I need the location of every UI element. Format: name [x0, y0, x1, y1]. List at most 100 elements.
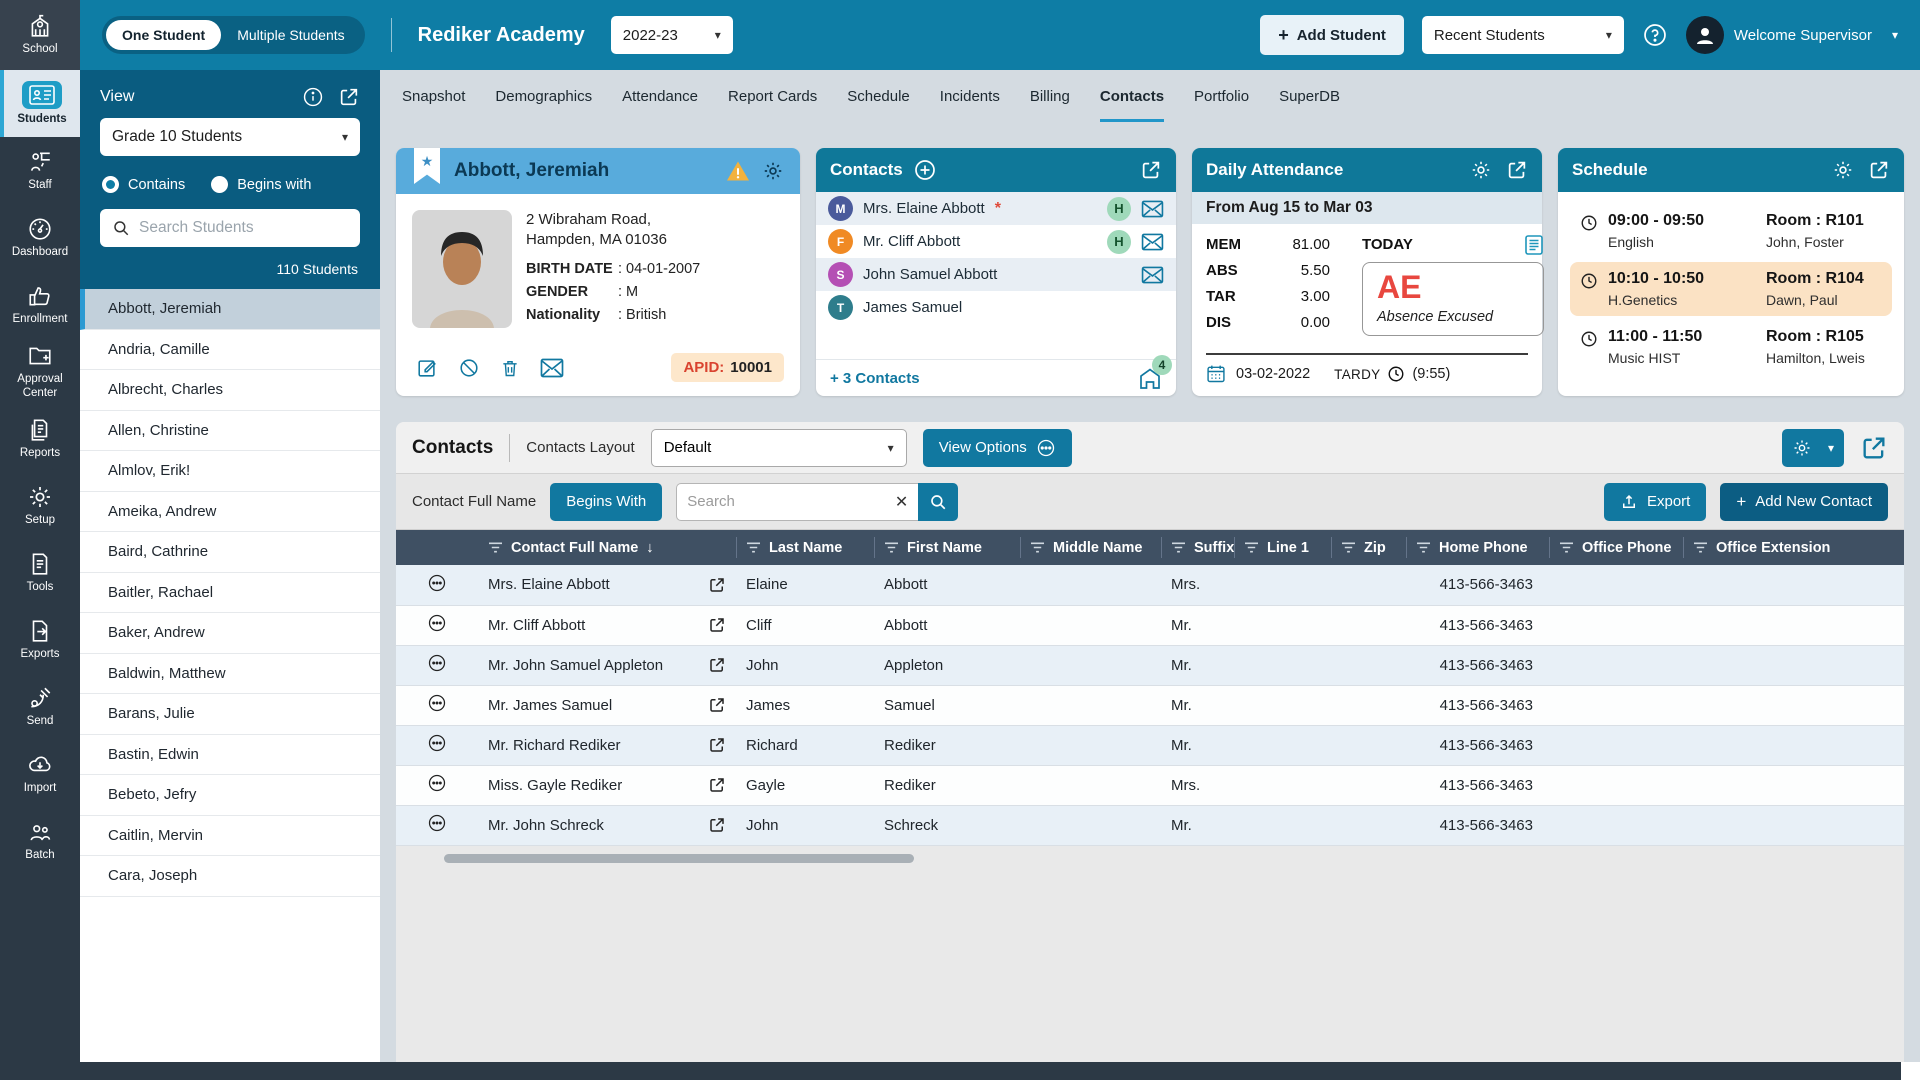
student-list-item[interactable]: Almlov, Erik!	[80, 451, 380, 492]
filter-icon[interactable]	[1693, 541, 1708, 554]
schedule-entry-current[interactable]: 10:10 - 10:50 Room : R104 H.Genetics Daw…	[1570, 262, 1892, 316]
contact-row[interactable]: F Mr. Cliff Abbott H	[816, 225, 1176, 258]
open-contact-icon[interactable]	[708, 776, 726, 794]
view-select[interactable]: Grade 10 Students ▾	[100, 118, 360, 156]
external-link-icon[interactable]	[338, 86, 360, 108]
filter-icon[interactable]	[1559, 541, 1574, 554]
filter-icon[interactable]	[1416, 541, 1431, 554]
table-row[interactable]: Mr. John Schreck John Schreck Mr. 413-56…	[396, 805, 1904, 845]
student-list-item[interactable]: Cara, Joseph	[80, 856, 380, 897]
student-list-item[interactable]: Bebeto, Jefry	[80, 775, 380, 816]
attendance-note-icon[interactable]	[1524, 234, 1544, 256]
warning-icon[interactable]	[726, 160, 750, 182]
contacts-search-input[interactable]	[687, 493, 887, 510]
table-row[interactable]: Miss. Gayle Rediker Gayle Rediker Mrs. 4…	[396, 765, 1904, 805]
bookmark-star-icon[interactable]: ★	[414, 148, 440, 184]
external-link-icon[interactable]	[1140, 159, 1162, 181]
contacts-layout-select[interactable]: Default ▾	[651, 429, 907, 467]
tab-schedule[interactable]: Schedule	[847, 88, 910, 122]
tab-billing[interactable]: Billing	[1030, 88, 1070, 122]
contact-row[interactable]: S John Samuel Abbott	[816, 258, 1176, 291]
user-menu[interactable]: Welcome Supervisor ▾	[1686, 16, 1898, 54]
sidebar-item-exports[interactable]: Exports	[0, 606, 80, 673]
row-menu-icon[interactable]	[427, 773, 447, 793]
sidebar-item-reports[interactable]: Reports	[0, 405, 80, 472]
table-row[interactable]: Mr. John Samuel Appleton John Appleton M…	[396, 645, 1904, 685]
sidebar-item-tools[interactable]: Tools	[0, 539, 80, 606]
filter-icon[interactable]	[1244, 541, 1259, 554]
student-list-item[interactable]: Abbott, Jeremiah	[80, 289, 380, 330]
mail-icon[interactable]	[540, 358, 564, 378]
sidebar-item-setup[interactable]: Setup	[0, 472, 80, 539]
open-contact-icon[interactable]	[708, 816, 726, 834]
tab-incidents[interactable]: Incidents	[940, 88, 1000, 122]
sidebar-item-import[interactable]: Import	[0, 740, 80, 807]
sidebar-item-approval-center[interactable]: Approval Center	[0, 338, 80, 405]
settings-gear-icon[interactable]	[1832, 159, 1854, 181]
student-list-item[interactable]: Barans, Julie	[80, 694, 380, 735]
school-year-select[interactable]: 2022-23 ▾	[611, 16, 733, 54]
open-contact-icon[interactable]	[708, 736, 726, 754]
clear-search-icon[interactable]: ✕	[895, 492, 908, 512]
tab-report-cards[interactable]: Report Cards	[728, 88, 817, 122]
search-button[interactable]	[918, 483, 958, 521]
column-header-middle-name[interactable]: Middle Name	[1020, 530, 1161, 565]
view-options-button[interactable]: View Options	[923, 429, 1072, 467]
row-menu-icon[interactable]	[427, 813, 447, 833]
delete-icon[interactable]	[500, 357, 520, 379]
table-row[interactable]: Mr. James Samuel James Samuel Mr. 413-56…	[396, 685, 1904, 725]
horizontal-scrollbar[interactable]	[444, 854, 914, 863]
student-list-item[interactable]: Andria, Camille	[80, 330, 380, 371]
sidebar-item-school[interactable]: School	[0, 0, 80, 70]
add-new-contact-button[interactable]: + Add New Contact	[1720, 483, 1888, 521]
filter-icon[interactable]	[1030, 541, 1045, 554]
open-contact-icon[interactable]	[708, 656, 726, 674]
schedule-entry[interactable]: 11:00 - 11:50 Room : R105 Music HIST Ham…	[1570, 320, 1892, 374]
row-menu-icon[interactable]	[427, 653, 447, 673]
column-header-zip[interactable]: Zip	[1331, 530, 1406, 565]
household-home-icon[interactable]: 4	[1138, 367, 1162, 389]
column-header-office-phone[interactable]: Office Phone	[1549, 530, 1683, 565]
row-menu-icon[interactable]	[427, 693, 447, 713]
tab-portfolio[interactable]: Portfolio	[1194, 88, 1249, 122]
settings-gear-icon[interactable]	[762, 160, 784, 182]
radio-begins-with[interactable]: Begins with	[211, 176, 311, 193]
tab-demographics[interactable]: Demographics	[495, 88, 592, 122]
toggle-multiple-students[interactable]: Multiple Students	[221, 20, 360, 50]
column-header-line1[interactable]: Line 1	[1234, 530, 1331, 565]
sidebar-item-students[interactable]: Students	[0, 70, 80, 137]
student-list-item[interactable]: Albrecht, Charles	[80, 370, 380, 411]
toggle-one-student[interactable]: One Student	[106, 20, 221, 50]
recent-students-select[interactable]: Recent Students ▾	[1422, 16, 1624, 54]
table-row[interactable]: Mr. Cliff Abbott Cliff Abbott Mr. 413-56…	[396, 605, 1904, 645]
tab-snapshot[interactable]: Snapshot	[402, 88, 465, 122]
schedule-entry[interactable]: 09:00 - 09:50 Room : R101 English John, …	[1570, 204, 1892, 258]
mail-icon[interactable]	[1141, 266, 1164, 284]
settings-gear-icon[interactable]	[1470, 159, 1492, 181]
grid-settings-button[interactable]: ▾	[1782, 429, 1844, 467]
student-list-item[interactable]: Allen, Christine	[80, 411, 380, 452]
mail-icon[interactable]	[1141, 200, 1164, 218]
student-list-item[interactable]: Baitler, Rachael	[80, 573, 380, 614]
row-menu-icon[interactable]	[427, 613, 447, 633]
filter-icon[interactable]	[884, 541, 899, 554]
add-student-button[interactable]: + Add Student	[1260, 15, 1404, 55]
info-icon[interactable]	[302, 86, 324, 108]
row-menu-icon[interactable]	[427, 733, 447, 753]
tab-attendance[interactable]: Attendance	[622, 88, 698, 122]
sidebar-item-dashboard[interactable]: Dashboard	[0, 204, 80, 271]
sort-desc-icon[interactable]: ↓	[646, 540, 653, 556]
tab-superdb[interactable]: SuperDB	[1279, 88, 1340, 122]
student-list-item[interactable]: Caitlin, Mervin	[80, 816, 380, 857]
help-icon[interactable]	[1642, 22, 1668, 48]
begins-with-button[interactable]: Begins With	[550, 483, 662, 521]
column-header-last-name[interactable]: Last Name	[736, 530, 874, 565]
tab-contacts[interactable]: Contacts	[1100, 88, 1164, 122]
table-row[interactable]: Mrs. Elaine Abbott Elaine Abbott Mrs. 41…	[396, 565, 1904, 605]
filter-icon[interactable]	[746, 541, 761, 554]
open-contact-icon[interactable]	[708, 616, 726, 634]
sidebar-item-send[interactable]: Send	[0, 673, 80, 740]
external-link-icon[interactable]	[1860, 434, 1888, 462]
sidebar-item-batch[interactable]: Batch	[0, 807, 80, 874]
student-list-item[interactable]: Baldwin, Matthew	[80, 654, 380, 695]
